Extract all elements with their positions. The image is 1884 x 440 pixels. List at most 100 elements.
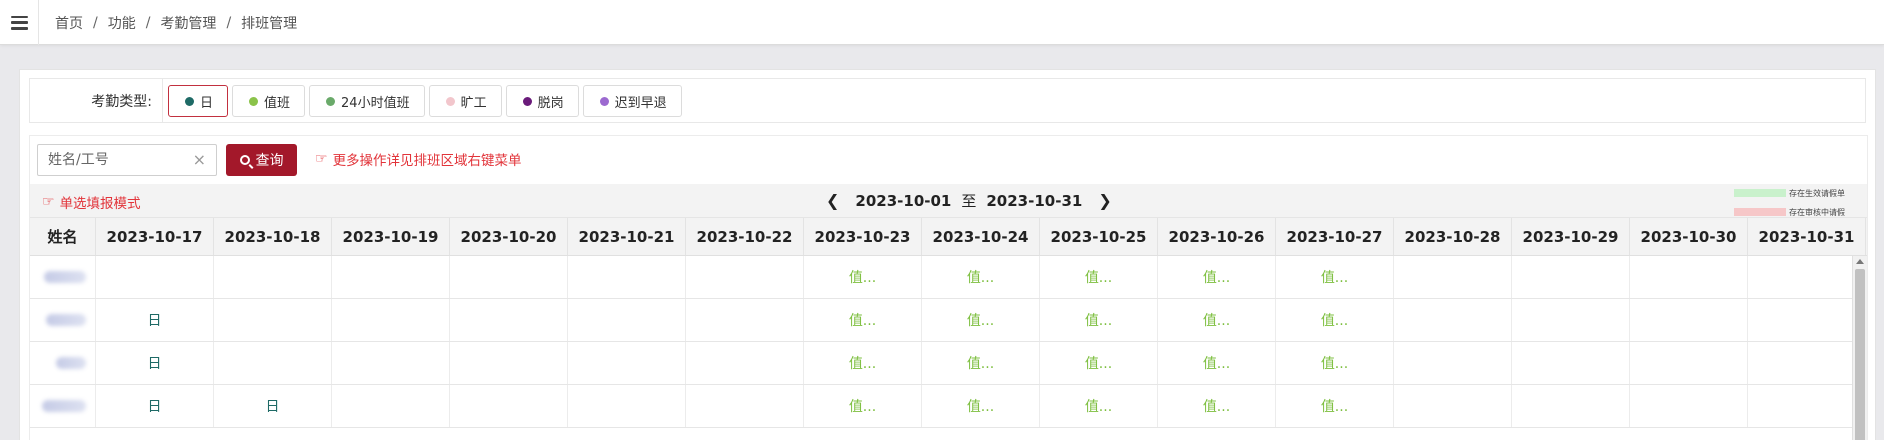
schedule-cell[interactable]: 日 <box>214 385 332 427</box>
date-column-header: 2023-10-25 <box>1040 218 1158 255</box>
schedule-cell[interactable] <box>450 299 568 341</box>
legend-label: 存在生效请假单 <box>1789 188 1845 198</box>
schedule-cell[interactable]: 值... <box>922 256 1040 298</box>
schedule-cell[interactable] <box>1394 299 1512 341</box>
breadcrumb-separator: / <box>226 14 232 31</box>
employee-name-cell <box>30 385 96 427</box>
search-box: × <box>37 144 217 176</box>
main-panel: 考勤类型: 日 值班 24小时值班 旷工 脱岗 迟到早退 × 查询 ☞ 更多操作详见排班区… <box>19 69 1876 440</box>
schedule-cell[interactable] <box>1630 256 1748 298</box>
schedule-cell[interactable]: 值... <box>1158 299 1276 341</box>
schedule-cell[interactable] <box>568 342 686 384</box>
query-button[interactable]: 查询 <box>226 144 297 176</box>
schedule-cell[interactable] <box>686 299 804 341</box>
schedule-cell[interactable]: 值... <box>922 299 1040 341</box>
schedule-cell[interactable]: 值... <box>804 342 922 384</box>
next-month-chevron-right-icon[interactable]: ❯ <box>1092 191 1117 210</box>
attendance-type-filter: 考勤类型: 日 值班 24小时值班 旷工 脱岗 迟到早退 <box>29 78 1866 123</box>
date-column-header: 2023-10-29 <box>1512 218 1630 255</box>
schedule-cell[interactable] <box>1394 385 1512 427</box>
scroll-up-arrow-icon[interactable] <box>1856 259 1864 264</box>
schedule-table-body: 值... 值... 值... 值... 值... 日值... 值... 值... 值... 值..… <box>30 256 1867 428</box>
date-column-header: 2023-10-21 <box>568 218 686 255</box>
schedule-cell[interactable] <box>1748 342 1866 384</box>
schedule-cell[interactable] <box>1748 299 1866 341</box>
schedule-cell[interactable] <box>686 342 804 384</box>
schedule-cell[interactable]: 值... <box>1276 299 1394 341</box>
schedule-cell[interactable]: 值... <box>922 342 1040 384</box>
schedule-cell[interactable]: 值... <box>1040 385 1158 427</box>
attendance-type-button[interactable]: 迟到早退 <box>582 85 682 117</box>
range-start-date: 2023-10-01 <box>855 191 952 210</box>
schedule-cell[interactable]: 值... <box>1276 385 1394 427</box>
schedule-cell[interactable] <box>96 256 214 298</box>
attendance-type-button[interactable]: 24小时值班 <box>309 85 425 117</box>
schedule-cell[interactable] <box>568 299 686 341</box>
schedule-cell[interactable] <box>686 256 804 298</box>
date-column-header: 2023-10-26 <box>1158 218 1276 255</box>
attendance-type-button[interactable]: 脱岗 <box>505 85 579 117</box>
schedule-cell[interactable]: 值... <box>1158 342 1276 384</box>
legend-swatch <box>1734 189 1786 197</box>
schedule-cell[interactable]: 值... <box>1158 385 1276 427</box>
schedule-cell[interactable]: 值... <box>804 256 922 298</box>
schedule-cell[interactable]: 值... <box>804 299 922 341</box>
schedule-cell[interactable] <box>686 385 804 427</box>
schedule-cell[interactable] <box>1512 299 1630 341</box>
schedule-cell[interactable] <box>332 256 450 298</box>
attendance-type-label: 值班 <box>264 95 291 111</box>
attendance-type-button[interactable]: 值班 <box>232 85 306 117</box>
schedule-cell[interactable] <box>1630 385 1748 427</box>
schedule-area: × 查询 ☞ 更多操作详见排班区域右键菜单 ☞ 单选填报模式 ❮ 2023-10… <box>29 135 1868 440</box>
breadcrumb-function[interactable]: 功能 <box>108 13 136 33</box>
prev-month-chevron-left-icon[interactable]: ❮ <box>820 191 845 210</box>
schedule-cell[interactable]: 值... <box>1040 299 1158 341</box>
schedule-cell[interactable] <box>450 256 568 298</box>
attendance-type-label: 旷工 <box>460 95 487 111</box>
schedule-cell[interactable]: 值... <box>1040 256 1158 298</box>
schedule-cell[interactable] <box>1512 256 1630 298</box>
schedule-cell[interactable] <box>332 385 450 427</box>
schedule-cell[interactable]: 值... <box>1276 256 1394 298</box>
scrollbar-thumb[interactable] <box>1855 269 1865 440</box>
schedule-cell[interactable] <box>450 385 568 427</box>
breadcrumb-home[interactable]: 首页 <box>55 13 83 33</box>
schedule-cell[interactable] <box>214 299 332 341</box>
schedule-cell[interactable]: 日 <box>96 342 214 384</box>
schedule-cell[interactable] <box>214 342 332 384</box>
date-column-header: 2023-10-18 <box>214 218 332 255</box>
single-select-mode-toggle[interactable]: ☞ 单选填报模式 <box>42 192 141 212</box>
schedule-cell[interactable] <box>332 299 450 341</box>
schedule-cell[interactable] <box>332 342 450 384</box>
redacted-name <box>44 271 86 283</box>
schedule-cell[interactable]: 日 <box>96 299 214 341</box>
attendance-type-label: 迟到早退 <box>614 95 667 111</box>
schedule-cell[interactable]: 值... <box>1040 342 1158 384</box>
attendance-type-button[interactable]: 旷工 <box>428 85 502 117</box>
schedule-cell[interactable] <box>568 385 686 427</box>
schedule-cell[interactable] <box>1748 256 1866 298</box>
schedule-cell[interactable] <box>1394 342 1512 384</box>
schedule-cell[interactable] <box>1512 385 1630 427</box>
table-row: 日值... 值... 值... 值... 值... <box>30 299 1867 342</box>
schedule-cell[interactable] <box>568 256 686 298</box>
clear-icon[interactable]: × <box>193 150 206 169</box>
schedule-cell[interactable] <box>450 342 568 384</box>
schedule-cell[interactable]: 值... <box>1276 342 1394 384</box>
vertical-scrollbar[interactable] <box>1852 256 1867 440</box>
search-input[interactable] <box>48 152 188 168</box>
schedule-cell[interactable] <box>1630 299 1748 341</box>
schedule-cell[interactable] <box>1748 385 1866 427</box>
schedule-cell[interactable] <box>1394 256 1512 298</box>
schedule-cell[interactable] <box>214 256 332 298</box>
top-bar: 首页 / 功能 / 考勤管理 / 排班管理 <box>0 0 1884 45</box>
schedule-cell[interactable]: 日 <box>96 385 214 427</box>
attendance-type-button[interactable]: 日 <box>168 85 229 117</box>
schedule-cell[interactable] <box>1512 342 1630 384</box>
schedule-cell[interactable] <box>1630 342 1748 384</box>
breadcrumb-attendance[interactable]: 考勤管理 <box>160 13 216 33</box>
schedule-cell[interactable]: 值... <box>922 385 1040 427</box>
menu-toggle-button[interactable] <box>0 0 39 45</box>
schedule-cell[interactable]: 值... <box>1158 256 1276 298</box>
schedule-cell[interactable]: 值... <box>804 385 922 427</box>
